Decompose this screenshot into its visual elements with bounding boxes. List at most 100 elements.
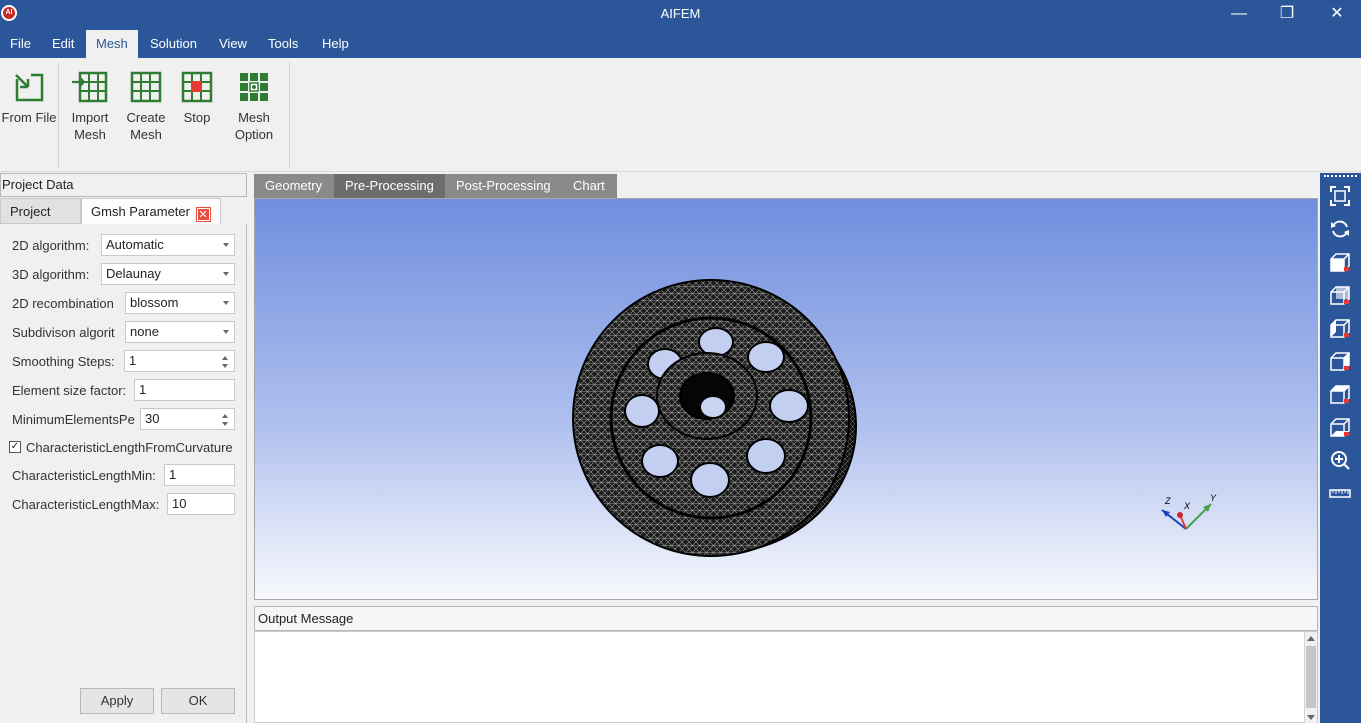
menu-help[interactable]: Help: [312, 30, 359, 58]
len-min-label: CharacteristicLengthMin:: [12, 468, 156, 483]
tab-close-icon[interactable]: ✕: [195, 207, 211, 222]
len-min-input[interactable]: 1: [164, 464, 235, 486]
smoothing-spinbox[interactable]: 1: [124, 350, 235, 372]
tab-geometry[interactable]: Geometry: [254, 174, 334, 198]
create-mesh-button[interactable]: Create Mesh: [117, 68, 175, 143]
mesh-option-label: Mesh Option: [234, 110, 274, 142]
menu-file[interactable]: File: [0, 30, 41, 58]
curvature-label: CharacteristicLengthFromCurvature: [26, 440, 233, 455]
title-bar: AI AIFEM — ❐ ✕: [0, 0, 1361, 30]
axis-x-label: X: [1183, 501, 1191, 511]
apply-button[interactable]: Apply: [80, 688, 154, 714]
chevron-down-icon: [223, 243, 229, 247]
import-mesh-icon: [72, 71, 108, 103]
ribbon-toolbar: From File Import Mesh Create Mesh Stop M…: [0, 58, 1361, 172]
tab-pre-processing[interactable]: Pre-Processing: [334, 174, 445, 198]
subdiv-select[interactable]: none: [125, 321, 235, 343]
chevron-down-icon: [223, 301, 229, 305]
alg3d-label: 3D algorithm:: [12, 267, 90, 282]
alg2d-label: 2D algorithm:: [12, 238, 90, 253]
size-factor-input[interactable]: 1: [134, 379, 235, 401]
recomb2d-label: 2D recombination: [12, 296, 114, 311]
subdiv-label: Subdivison algorit: [12, 325, 115, 340]
left-panel-tabs: Project Gmsh Parameter ✕: [0, 198, 247, 224]
window-title: AIFEM: [660, 6, 701, 21]
stop-label: Stop: [183, 110, 211, 125]
ribbon-separator: [289, 62, 290, 168]
menu-tools[interactable]: Tools: [258, 30, 308, 58]
recomb2d-select[interactable]: blossom: [125, 292, 235, 314]
from-file-button[interactable]: From File: [0, 68, 58, 126]
alg2d-select[interactable]: Automatic: [101, 234, 235, 256]
rotate-icon[interactable]: [1329, 218, 1351, 240]
chevron-down-icon: [223, 272, 229, 276]
scroll-thumb[interactable]: [1306, 646, 1316, 708]
tab-gmsh-parameter[interactable]: Gmsh Parameter ✕: [81, 198, 221, 224]
from-file-icon: [15, 73, 44, 102]
view-left-icon[interactable]: [1329, 317, 1351, 339]
mesh-option-icon: [240, 73, 268, 101]
output-scrollbar[interactable]: [1304, 632, 1317, 723]
tab-chart[interactable]: Chart: [562, 174, 617, 198]
axis-y-label: Y: [1210, 493, 1217, 503]
close-button[interactable]: ✕: [1314, 0, 1360, 30]
menu-view[interactable]: View: [209, 30, 257, 58]
curvature-checkbox[interactable]: ✓: [9, 441, 21, 453]
tab-project[interactable]: Project: [0, 198, 81, 224]
size-factor-label: Element size factor:: [12, 383, 127, 398]
scroll-up-icon[interactable]: [1307, 636, 1315, 641]
alg2d-value: Automatic: [106, 237, 164, 252]
output-message-header: Output Message: [254, 606, 1318, 631]
menu-edit[interactable]: Edit: [42, 30, 84, 58]
view-toolbar: [1320, 173, 1361, 723]
3d-viewport[interactable]: Y Z X: [254, 198, 1318, 600]
menu-bar: File Edit Mesh Solution View Tools Help: [0, 30, 1361, 58]
ribbon-separator: [58, 62, 59, 168]
spin-down-icon[interactable]: [222, 364, 228, 368]
min-elements-spinbox[interactable]: 30: [140, 408, 235, 430]
output-message-area[interactable]: [254, 631, 1318, 723]
spin-up-icon[interactable]: [222, 414, 228, 418]
stop-button[interactable]: Stop: [168, 68, 226, 126]
menu-mesh[interactable]: Mesh: [86, 30, 138, 58]
mesh-model: Y Z X: [572, 279, 1217, 557]
view-right-icon[interactable]: [1329, 350, 1351, 372]
spin-up-icon[interactable]: [222, 356, 228, 360]
view-top-icon[interactable]: [1329, 383, 1351, 405]
import-mesh-button[interactable]: Import Mesh: [61, 68, 119, 143]
mesh-option-button[interactable]: Mesh Option: [225, 68, 283, 143]
alg3d-value: Delaunay: [106, 266, 161, 281]
len-max-label: CharacteristicLengthMax:: [12, 497, 160, 512]
smoothing-value: 1: [129, 353, 137, 368]
from-file-label: From File: [1, 110, 57, 125]
toolbar-grip[interactable]: [1324, 175, 1357, 178]
import-mesh-label: Import Mesh: [71, 110, 109, 142]
smoothing-label: Smoothing Steps:: [12, 354, 115, 369]
len-max-input[interactable]: 10: [167, 493, 235, 515]
minimize-button[interactable]: —: [1216, 0, 1262, 30]
alg3d-select[interactable]: Delaunay: [101, 263, 235, 285]
axes-triad-icon: Y Z X: [1161, 493, 1217, 530]
spin-down-icon[interactable]: [222, 422, 228, 426]
maximize-button[interactable]: ❐: [1264, 0, 1310, 30]
project-data-header: Project Data: [0, 173, 247, 197]
axis-z-label: Z: [1164, 496, 1171, 506]
zoom-icon[interactable]: [1329, 449, 1351, 471]
menu-solution[interactable]: Solution: [140, 30, 207, 58]
min-elements-label: MinimumElementsPe: [12, 412, 135, 427]
view-front-icon[interactable]: [1329, 251, 1351, 273]
tab-gmsh-label: Gmsh Parameter: [91, 204, 190, 219]
stop-icon: [181, 71, 213, 103]
min-elements-value: 30: [145, 411, 160, 426]
recomb2d-value: blossom: [130, 295, 179, 310]
subdiv-value: none: [130, 324, 159, 339]
fit-view-icon[interactable]: [1329, 185, 1351, 207]
tab-post-processing[interactable]: Post-Processing: [445, 174, 562, 198]
ruler-icon[interactable]: [1329, 482, 1351, 504]
view-bottom-icon[interactable]: [1329, 416, 1351, 438]
ok-button[interactable]: OK: [161, 688, 235, 714]
view-back-icon[interactable]: [1329, 284, 1351, 306]
create-mesh-label: Create Mesh: [126, 110, 166, 142]
scroll-down-icon[interactable]: [1307, 715, 1315, 720]
chevron-down-icon: [223, 330, 229, 334]
